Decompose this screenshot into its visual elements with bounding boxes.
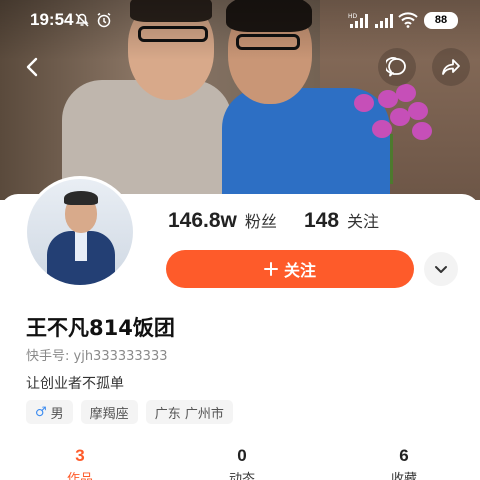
following-count: 148 <box>304 209 340 232</box>
content-tabs: 3 作品 0 动态 6 收藏 <box>0 446 480 480</box>
gender-tag: ♂ 男 <box>26 400 73 424</box>
follow-button[interactable]: 关注 <box>166 250 414 288</box>
mute-icon <box>75 13 89 27</box>
tab-activity-count: 0 <box>237 446 247 465</box>
tab-works[interactable]: 3 作品 <box>20 446 140 480</box>
chat-button[interactable] <box>378 48 416 86</box>
battery-icon: 88 <box>424 12 458 29</box>
share-arrow-icon <box>442 59 460 75</box>
tab-favorites-label: 收藏 <box>390 472 417 480</box>
more-button[interactable] <box>424 252 458 286</box>
wifi-icon <box>398 12 418 28</box>
profile-tags: ♂ 男 摩羯座 广东 广州市 <box>26 400 233 424</box>
back-arrow-icon <box>26 57 38 77</box>
tab-activity[interactable]: 0 动态 <box>182 446 302 480</box>
chevron-down-icon <box>435 266 447 273</box>
follow-button-label: 关注 <box>283 261 316 280</box>
tab-works-count: 3 <box>75 446 85 465</box>
share-button[interactable] <box>432 48 470 86</box>
status-time: 19:54 <box>30 10 74 29</box>
male-icon: ♂ <box>35 404 47 420</box>
status-bar: 19:54 HD 88 <box>0 0 480 40</box>
avatar-photo <box>27 179 133 285</box>
tab-works-label: 作品 <box>66 472 93 480</box>
location-label: 广东 广州市 <box>154 406 224 422</box>
back-button[interactable] <box>14 48 52 86</box>
alarm-icon <box>97 12 111 28</box>
location-tag: 广东 广州市 <box>145 400 233 424</box>
avatar[interactable] <box>24 176 136 288</box>
chat-bubble-icon <box>386 57 406 77</box>
zodiac-tag: 摩羯座 <box>80 400 138 424</box>
tab-activity-label: 动态 <box>228 472 255 480</box>
signal-icon <box>375 14 393 28</box>
user-id[interactable]: 快手号: yjh333333333 <box>26 345 168 364</box>
svg-text:HD: HD <box>348 13 358 20</box>
profile-bio: 让创业者不孤单 <box>26 376 124 392</box>
following-label: 关注 <box>347 214 380 231</box>
tab-favorites-count: 6 <box>399 446 409 465</box>
tab-favorites[interactable]: 6 收藏 <box>344 446 464 480</box>
hd-signal-icon: HD <box>348 13 368 28</box>
zodiac-label: 摩羯座 <box>89 406 129 422</box>
profile-name: 王不凡814饭团 <box>26 316 175 340</box>
plus-icon <box>263 262 278 276</box>
followers-stat[interactable]: 146.8w 粉丝 <box>168 208 277 233</box>
followers-count: 146.8w <box>168 209 237 232</box>
followers-label: 粉丝 <box>244 214 277 231</box>
gender-label: 男 <box>50 406 64 422</box>
following-stat[interactable]: 148 关注 <box>304 208 379 233</box>
